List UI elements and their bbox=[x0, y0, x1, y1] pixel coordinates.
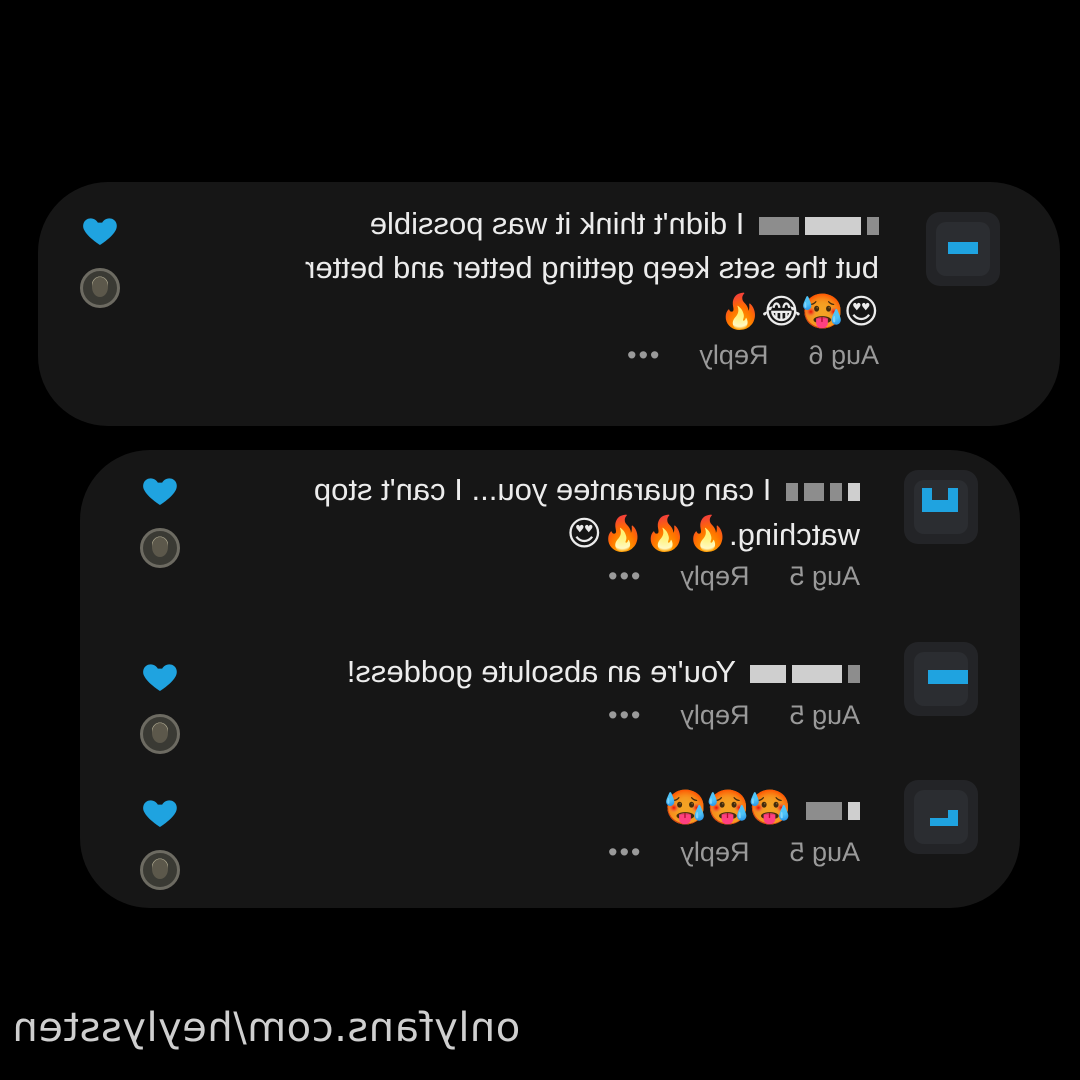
comment-meta: Aug 5 Reply ••• bbox=[314, 561, 860, 592]
comment-actions-4 bbox=[136, 792, 180, 890]
commenter-avatar-1[interactable] bbox=[926, 212, 1000, 286]
more-options-button[interactable]: ••• bbox=[606, 700, 640, 731]
comment-card-1: I didn't think it was possible but the s… bbox=[38, 182, 1060, 426]
comment-emojis: 🥵🥵🥵 bbox=[664, 789, 791, 827]
comment-emojis: 🔥🔥🔥😍 bbox=[567, 515, 729, 553]
heart-icon[interactable] bbox=[140, 656, 180, 696]
comment-text: but the sets keep getting better and bet… bbox=[305, 246, 879, 290]
more-options-button[interactable]: ••• bbox=[606, 837, 640, 868]
comment-body-4: 🥵🥵🥵 Aug 5 Reply ••• bbox=[606, 786, 860, 868]
comment-text: I can guarantee you... I can't stop bbox=[314, 472, 771, 507]
comment-line: 🥵🥵🥵 bbox=[606, 786, 860, 831]
author-avatar bbox=[140, 714, 180, 754]
reply-button[interactable]: Reply bbox=[699, 340, 768, 371]
comment-line: I didn't think it was possible bbox=[305, 202, 879, 246]
comment-meta: Aug 5 Reply ••• bbox=[606, 837, 860, 868]
comment-actions-3 bbox=[136, 656, 180, 754]
comment-emojis: 😍🥵😂🔥 bbox=[305, 290, 879, 334]
replies-card: I can guarantee you... I can't stop watc… bbox=[80, 450, 1020, 908]
more-options-button[interactable]: ••• bbox=[606, 561, 640, 592]
comment-line: You're an absolute goddess! bbox=[347, 650, 860, 694]
author-avatar bbox=[80, 268, 120, 308]
reply-button[interactable]: Reply bbox=[680, 561, 749, 592]
comment-text: I didn't think it was possible bbox=[370, 206, 745, 241]
comment-body-3: You're an absolute goddess! Aug 5 Reply … bbox=[347, 650, 860, 731]
commenter-avatar-4[interactable] bbox=[904, 780, 978, 854]
comment-date: Aug 5 bbox=[789, 837, 860, 868]
comment-meta: Aug 5 Reply ••• bbox=[347, 700, 860, 731]
heart-icon[interactable] bbox=[80, 210, 120, 250]
comment-text: You're an absolute goddess! bbox=[347, 654, 736, 689]
more-options-button[interactable]: ••• bbox=[625, 340, 659, 371]
watermark-text: onlyfans.com/heylyssten bbox=[12, 1005, 520, 1051]
heart-icon[interactable] bbox=[140, 792, 180, 832]
comment-line: I can guarantee you... I can't stop bbox=[314, 468, 860, 512]
comment-body-2: I can guarantee you... I can't stop watc… bbox=[314, 468, 860, 592]
comment-date: Aug 5 bbox=[789, 561, 860, 592]
reply-button[interactable]: Reply bbox=[680, 700, 749, 731]
commenter-avatar-3[interactable] bbox=[904, 642, 978, 716]
reply-button[interactable]: Reply bbox=[680, 837, 749, 868]
comment-text: watching. bbox=[729, 517, 860, 552]
comment-meta: Aug 6 Reply ••• bbox=[305, 340, 879, 371]
heart-icon[interactable] bbox=[140, 470, 180, 510]
comment-body-1: I didn't think it was possible but the s… bbox=[305, 202, 879, 371]
author-avatar bbox=[140, 528, 180, 568]
mirrored-comments-view: I didn't think it was possible but the s… bbox=[0, 0, 1080, 1080]
comment-actions-2 bbox=[136, 470, 180, 568]
comment-date: Aug 6 bbox=[808, 340, 879, 371]
comment-actions-1 bbox=[76, 210, 120, 308]
comment-line: watching.🔥🔥🔥😍 bbox=[314, 512, 860, 557]
commenter-avatar-2[interactable] bbox=[904, 470, 978, 544]
author-avatar bbox=[140, 850, 180, 890]
comment-date: Aug 5 bbox=[789, 700, 860, 731]
